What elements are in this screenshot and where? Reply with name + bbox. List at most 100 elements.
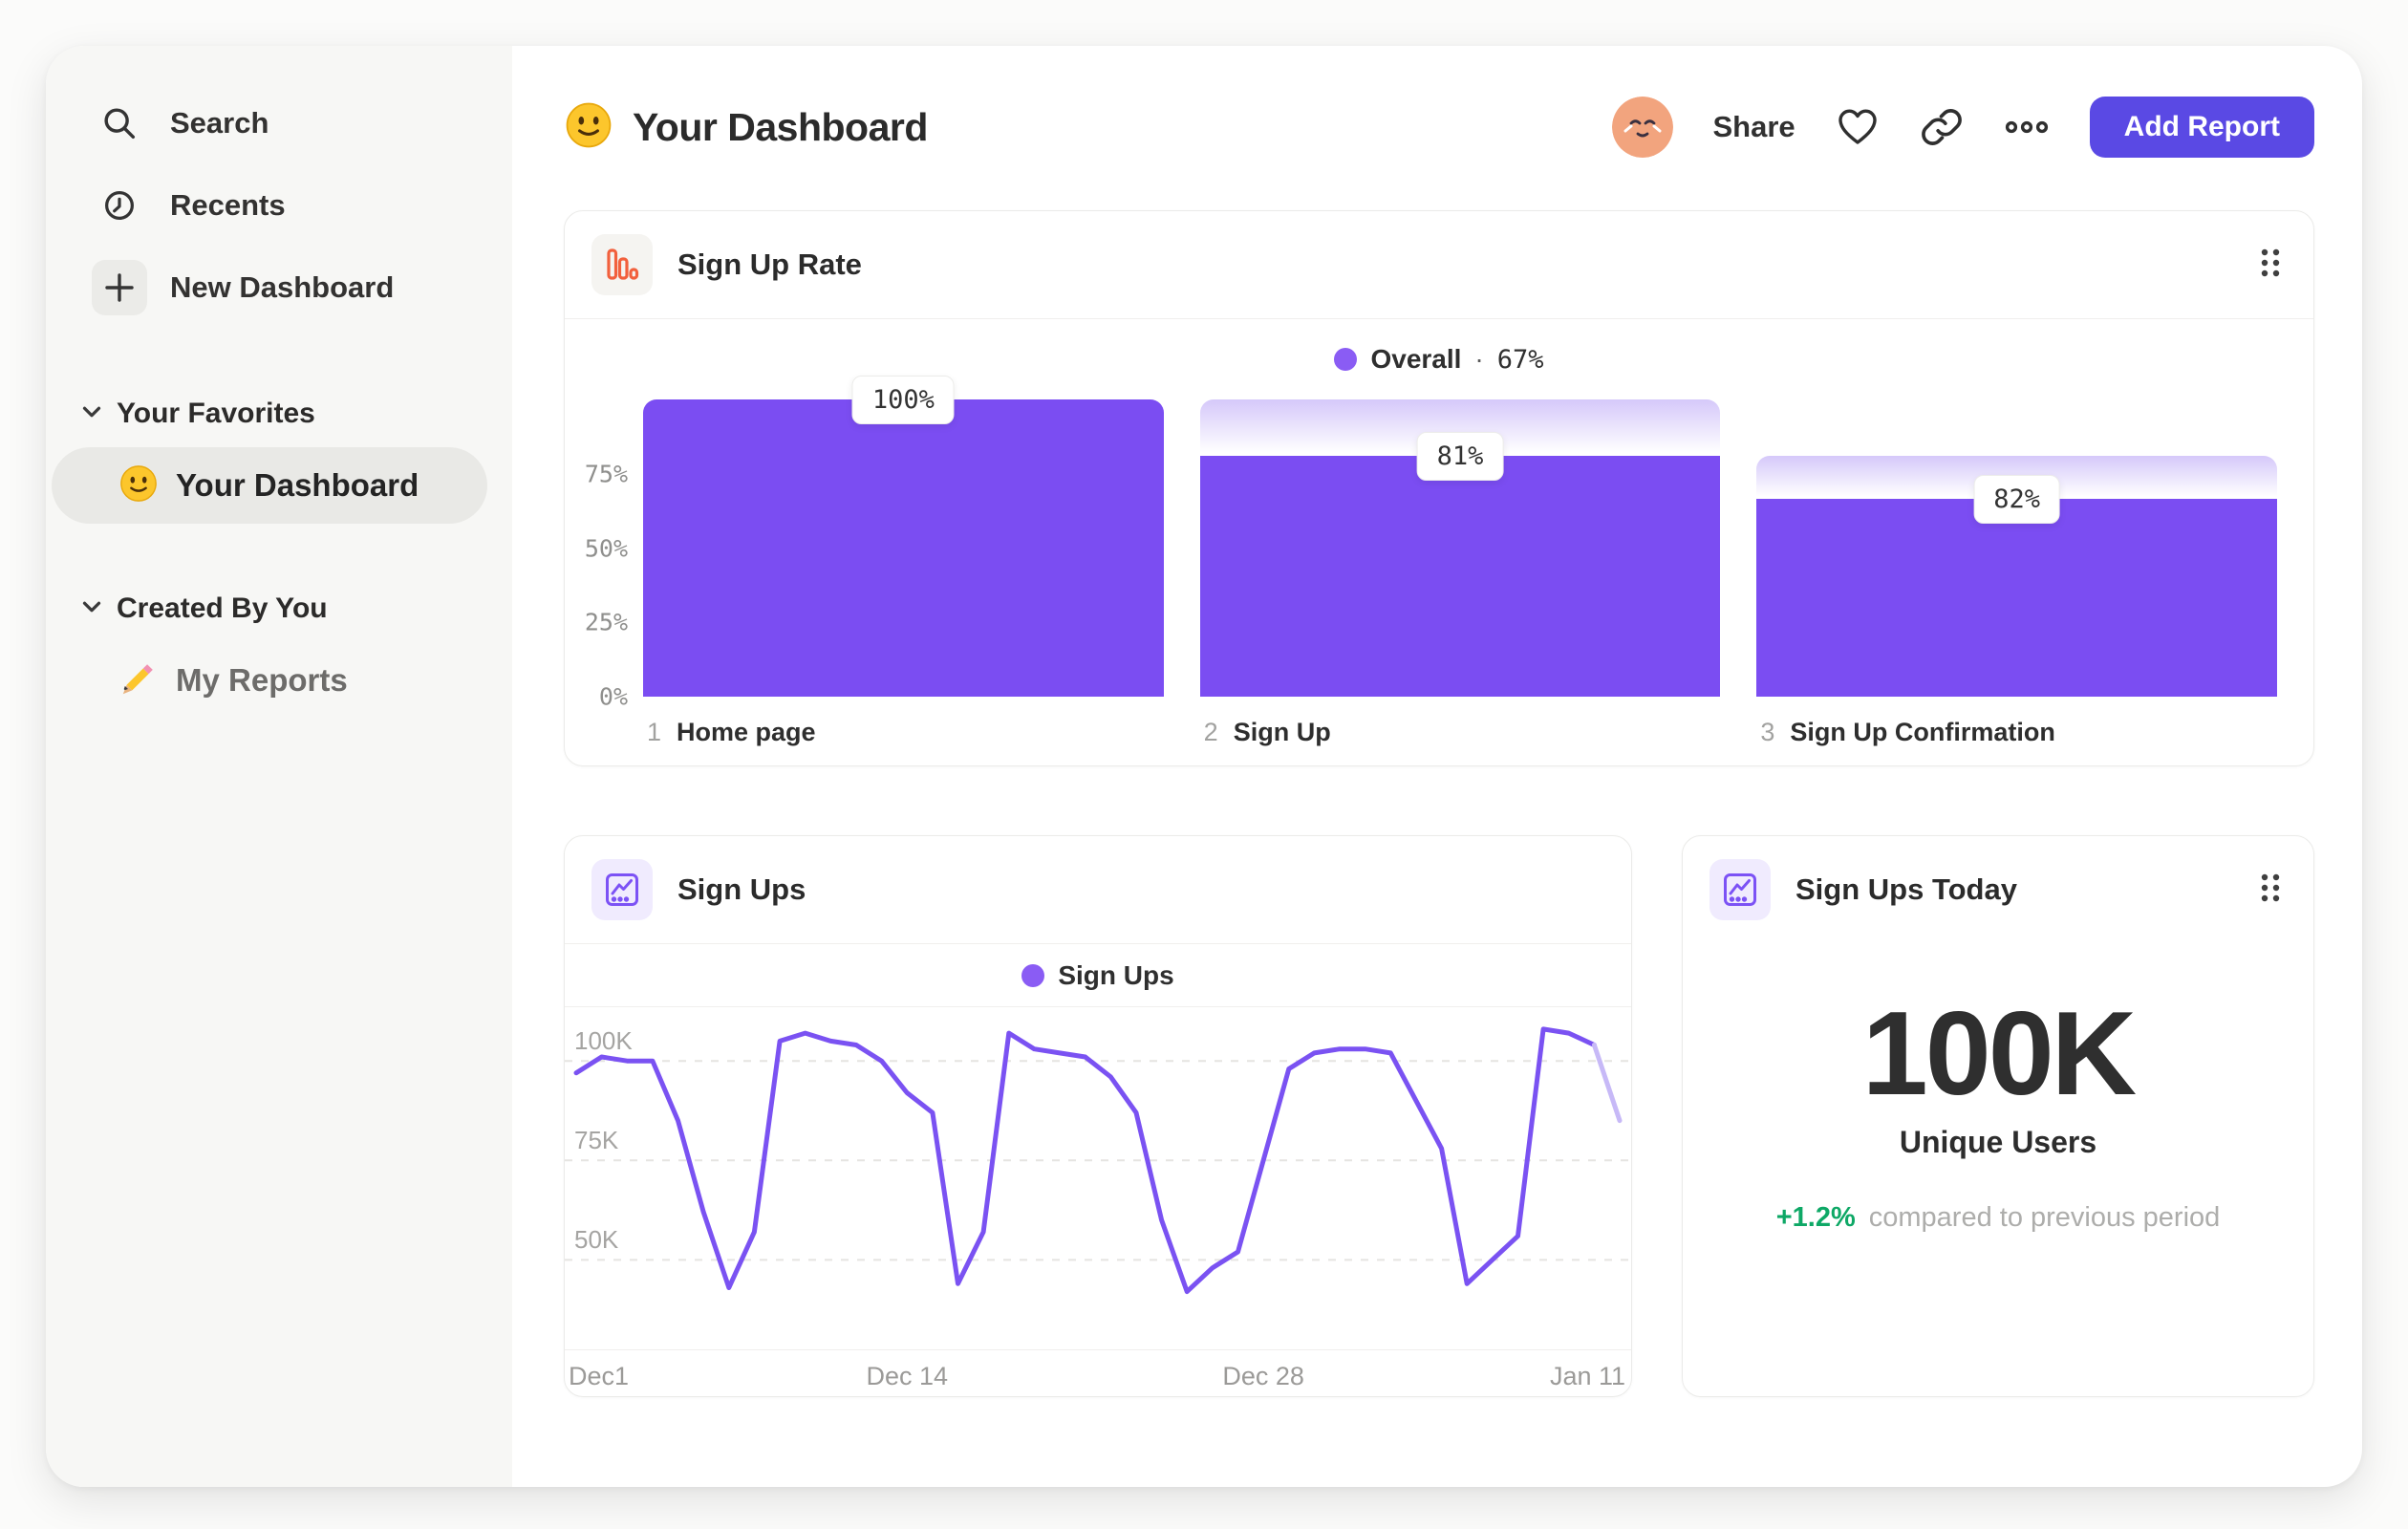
legend-label: Overall [1370, 344, 1462, 374]
section-title: Created By You [117, 592, 328, 624]
chevron-down-icon [82, 405, 101, 423]
funnel-step-label: 3 Sign Up Confirmation [1756, 718, 2277, 747]
line-y-tick: 100K [574, 1026, 633, 1056]
smiley-emoji-icon [564, 100, 613, 155]
step-name: Sign Up [1233, 718, 1331, 746]
conversion-badge: 82% [1973, 475, 2061, 525]
card-title: Sign Ups [677, 872, 806, 906]
sidebar-item-label: Your Dashboard [176, 467, 419, 503]
cards-row: Sign Ups Sign Ups 100K 75K 50K Dec1 Dec 14 D… [564, 835, 2314, 1397]
drag-handle-icon[interactable] [2254, 867, 2287, 914]
step-name: Sign Up Confirmation [1790, 718, 2055, 746]
sidebar-item-your-dashboard[interactable]: Your Dashboard [52, 447, 487, 524]
card-title: Sign Ups Today [1795, 872, 2017, 906]
sidebar-item-search[interactable]: Search [46, 82, 512, 164]
card-header: Sign Up Rate [565, 211, 2313, 318]
legend-dot [1334, 348, 1358, 371]
favorites-section-header[interactable]: Your Favorites [46, 386, 512, 441]
line-x-tick: Dec 28 [1222, 1362, 1304, 1390]
line-x-axis: Dec1 Dec 14 Dec 28 Jan 11 [565, 1349, 1631, 1399]
sign-ups-today-card: Sign Ups Today 100K Unique Users +1.2% c… [1682, 835, 2314, 1397]
delta-value: +1.2% [1775, 1202, 1856, 1234]
legend-value: 67% [1496, 344, 1544, 375]
delta-note: compared to previous period [1868, 1202, 2221, 1234]
chevron-down-icon [82, 600, 101, 618]
page-header: Your Dashboard Share Add Report [564, 96, 2314, 159]
clock-icon [92, 178, 147, 233]
line-y-tick: 50K [574, 1225, 619, 1255]
funnel-y-tick: 0% [598, 682, 628, 711]
funnel-bar[interactable]: 81% [1199, 399, 1721, 697]
signups-line-incomplete [1591, 1043, 1623, 1124]
card-header: Sign Ups Today [1683, 836, 2313, 943]
funnel-bar-group: 100% 1 Home page [643, 376, 1164, 747]
add-report-button[interactable]: Add Report [2089, 97, 2314, 158]
sidebar-item-new-dashboard[interactable]: New Dashboard [46, 247, 512, 329]
funnel-step-label: 2 Sign Up [1200, 718, 1721, 747]
card-header: Sign Ups [565, 836, 1631, 943]
line-legend: Sign Ups [565, 944, 1631, 1007]
funnel-bar-solid [1199, 456, 1721, 697]
copy-link-icon[interactable] [1920, 105, 1964, 149]
line-x-tick: Dec1 [569, 1362, 630, 1390]
line-plot: 100K 75K 50K [565, 1007, 1631, 1349]
pencil-emoji-icon [118, 658, 159, 703]
legend-dot [1021, 963, 1045, 987]
drag-handle-icon[interactable] [2254, 242, 2287, 289]
funnel-y-axis: 0% 25% 50% 75% [574, 399, 643, 710]
big-number-value: 100K [1861, 988, 2137, 1120]
sidebar-item-label: My Reports [176, 662, 348, 698]
funnel-y-tick: 50% [584, 534, 628, 562]
funnel-bar[interactable]: 82% [1756, 399, 2278, 697]
main-content: Your Dashboard Share Add Report Sign Up … [512, 46, 2362, 1487]
funnel-bar-solid [1756, 499, 2278, 697]
funnel-y-tick: 25% [584, 608, 628, 636]
step-number: 2 [1203, 718, 1218, 746]
more-options-icon[interactable] [2004, 119, 2050, 135]
plus-icon [92, 260, 147, 315]
line-x-tick: Jan 11 [1549, 1362, 1625, 1390]
sidebar-item-recents[interactable]: Recents [46, 164, 512, 247]
sidebar-item-label: Recents [170, 188, 286, 222]
app-window: Search Recents New Dashboard Your Favori… [46, 46, 2362, 1487]
big-number-label: Unique Users [1899, 1125, 2097, 1160]
funnel-legend: Overall · 67% [565, 319, 2313, 399]
delta-row: +1.2% compared to previous period [1776, 1202, 2221, 1234]
funnel-chart: 0% 25% 50% 75% 100% 1 Home page 81% 2 Sign Up 82%… [565, 376, 2313, 747]
share-button[interactable]: Share [1713, 110, 1795, 144]
line-chart-icon [1709, 859, 1771, 920]
favorite-heart-icon[interactable] [1836, 106, 1880, 148]
line-x-tick: Dec 14 [866, 1362, 949, 1390]
sidebar-item-label: New Dashboard [170, 270, 395, 304]
number-content: 100K Unique Users +1.2% compared to prev… [1683, 943, 2313, 1396]
funnel-bar-solid [643, 399, 1164, 697]
sign-up-rate-card: Sign Up Rate Overall · 67% 0% 25% 50% 75% [564, 210, 2314, 766]
funnel-bar-group: 81% 2 Sign Up [1199, 399, 1721, 747]
page-title-wrap: Your Dashboard [564, 100, 928, 155]
page-title: Your Dashboard [633, 104, 928, 149]
created-by-you-section-header[interactable]: Created By You [46, 581, 512, 636]
step-name: Home page [677, 718, 816, 746]
funnel-bar-group: 82% 3 Sign Up Confirmation [1756, 399, 2278, 747]
search-icon [92, 96, 147, 151]
sidebar-item-my-reports[interactable]: My Reports [52, 642, 487, 719]
line-chart-svg [565, 1026, 1631, 1295]
legend-separator: · [1474, 344, 1484, 374]
line-y-tick: 75K [574, 1126, 619, 1155]
created-by-you-section: Created By You My Reports [46, 581, 512, 719]
header-controls: Share Add Report [1611, 97, 2314, 158]
step-number: 3 [1760, 718, 1775, 746]
favorites-section: Your Favorites Your Dashboard [46, 386, 512, 524]
sign-ups-card: Sign Ups Sign Ups 100K 75K 50K Dec1 Dec 14 D… [564, 835, 1632, 1397]
avatar[interactable] [1611, 97, 1673, 158]
section-title: Your Favorites [117, 398, 315, 429]
funnel-chart-icon [591, 234, 653, 295]
conversion-badge: 81% [1416, 432, 1504, 482]
card-title: Sign Up Rate [677, 248, 862, 281]
line-chart-icon [591, 859, 653, 920]
funnel-bar[interactable]: 100% [643, 376, 1164, 697]
funnel-bars: 100% 1 Home page 81% 2 Sign Up 82% 3 Sign Up Con… [643, 376, 2278, 747]
smiley-emoji-icon [118, 463, 159, 508]
sidebar: Search Recents New Dashboard Your Favori… [46, 46, 512, 1487]
sidebar-item-label: Search [170, 106, 269, 140]
